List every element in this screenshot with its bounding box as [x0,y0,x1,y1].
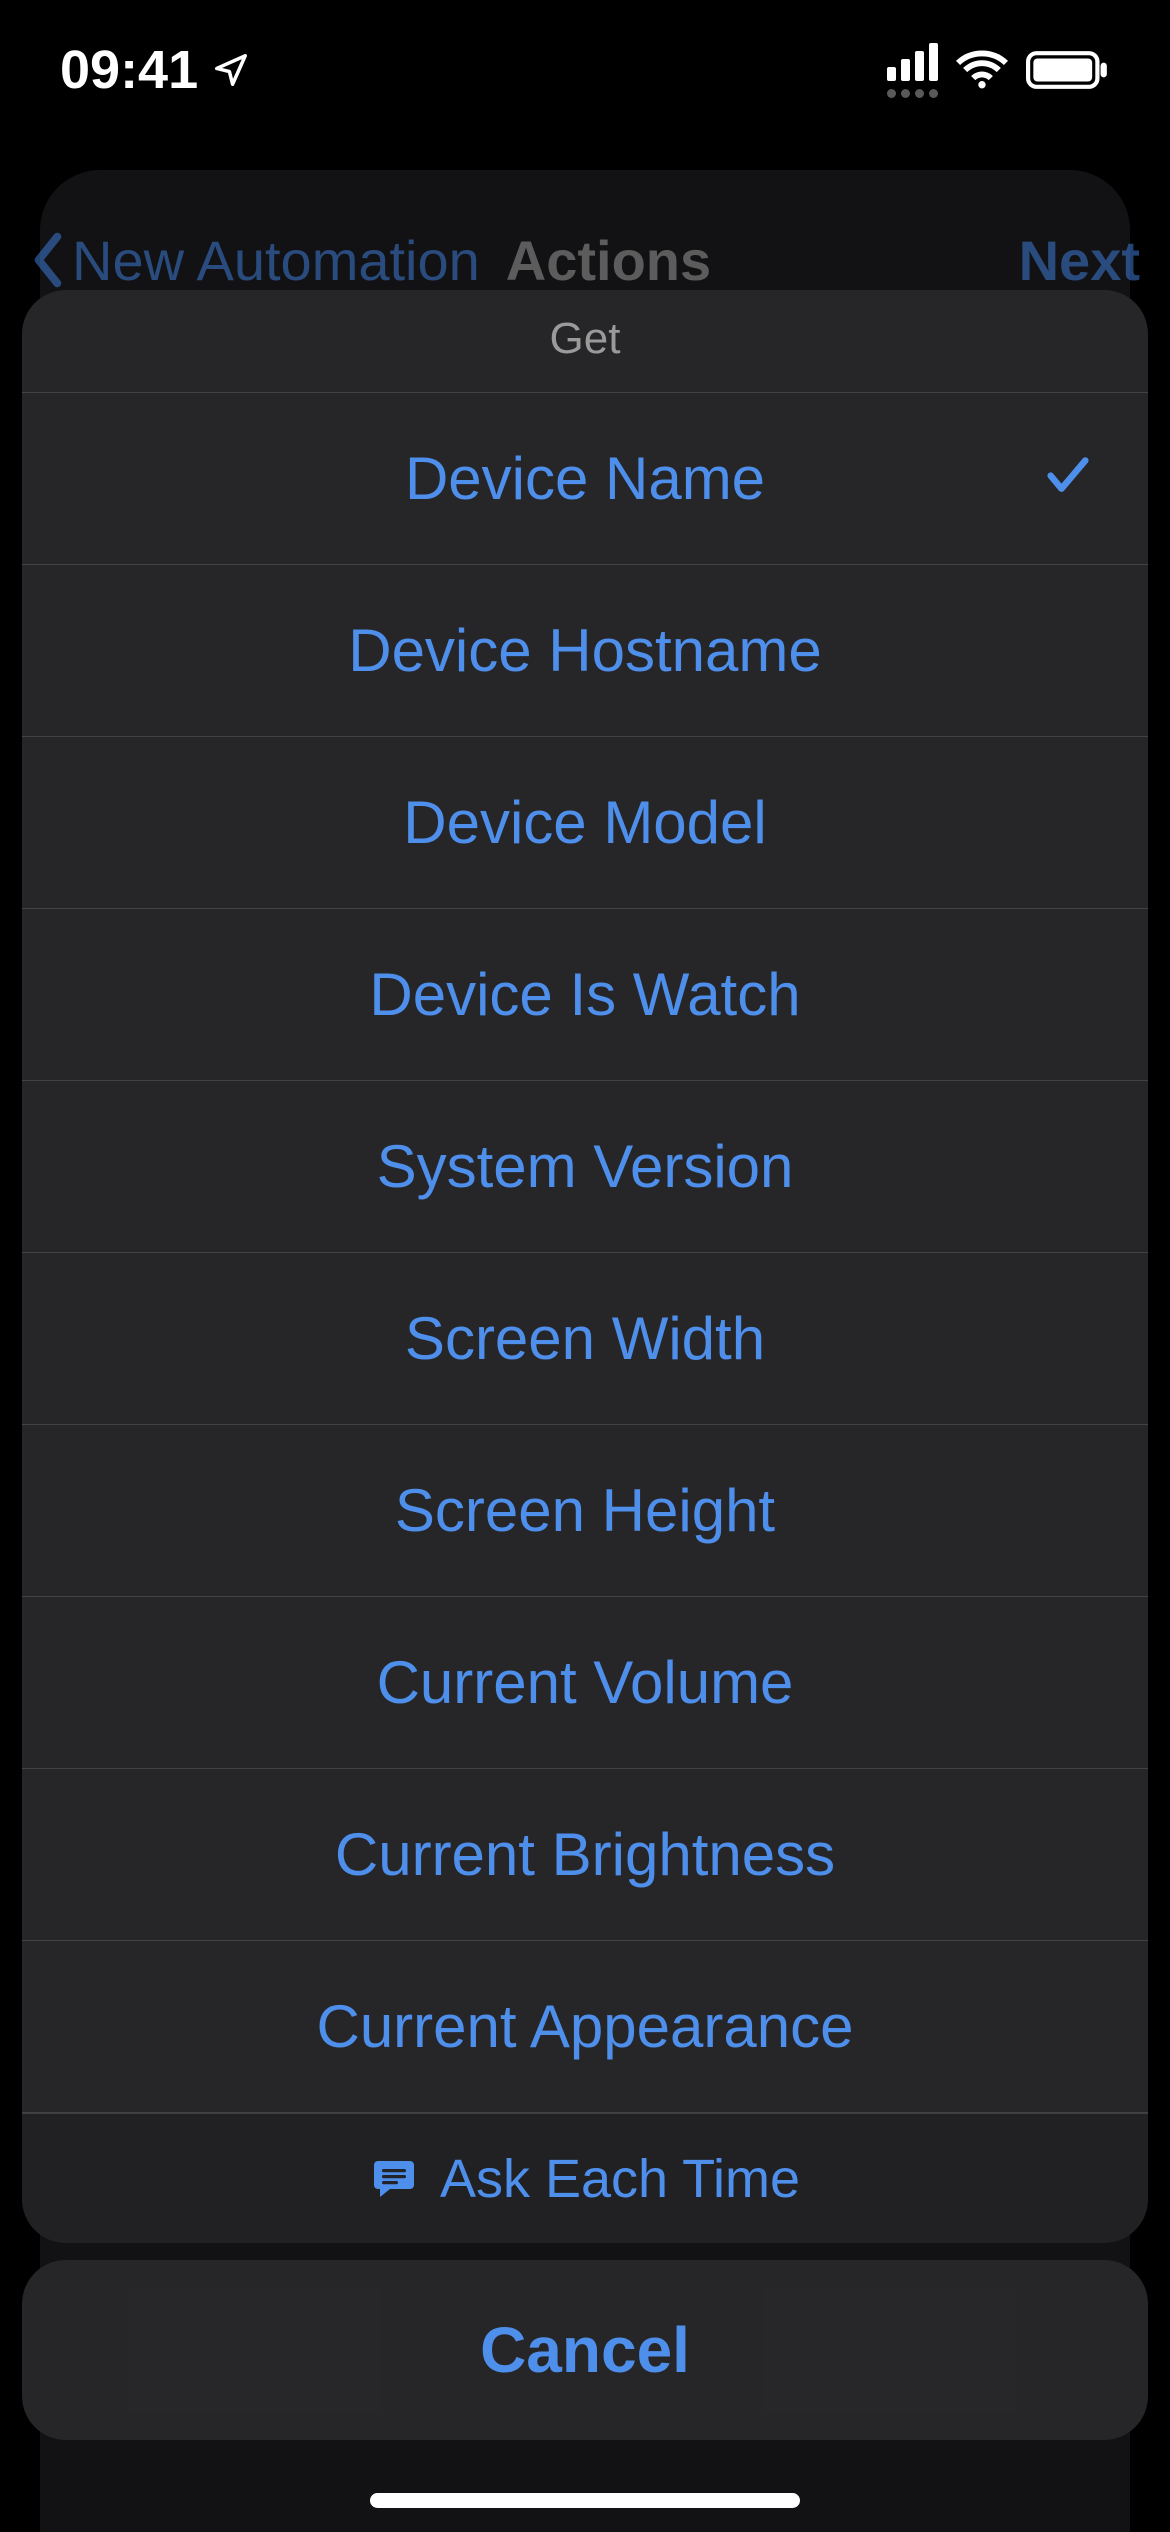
cellular-signal-icon [887,43,938,98]
location-icon [212,51,250,89]
option-label: Device Model [403,788,767,857]
option-label: Device Hostname [348,616,822,685]
option-device-hostname[interactable]: Device Hostname [22,565,1148,737]
status-right [887,43,1110,98]
option-label: Screen Height [395,1476,775,1545]
action-sheet: Get Device Name Device Hostname Device M… [22,290,1148,2243]
option-device-name[interactable]: Device Name [22,393,1148,565]
back-button[interactable]: New Automation [30,228,480,293]
status-left: 09:41 [60,39,250,101]
option-label: Device Is Watch [369,960,800,1029]
option-screen-height[interactable]: Screen Height [22,1425,1148,1597]
option-current-brightness[interactable]: Current Brightness [22,1769,1148,1941]
back-label: New Automation [72,228,480,293]
option-label: Screen Width [405,1304,765,1373]
home-indicator[interactable] [370,2493,800,2508]
option-device-model[interactable]: Device Model [22,737,1148,909]
option-current-volume[interactable]: Current Volume [22,1597,1148,1769]
battery-icon [1026,50,1110,90]
chevron-left-icon [30,232,66,288]
option-device-is-watch[interactable]: Device Is Watch [22,909,1148,1081]
ask-each-time-button[interactable]: Ask Each Time [22,2113,1148,2243]
cancel-button[interactable]: Cancel [22,2260,1148,2440]
cancel-label: Cancel [480,2313,690,2387]
checkmark-icon [1042,444,1094,513]
option-system-version[interactable]: System Version [22,1081,1148,1253]
speech-bubble-icon [370,2155,418,2203]
nav-title: Actions [506,228,711,293]
option-label: System Version [377,1132,794,1201]
wifi-icon [956,50,1008,90]
sheet-header: Get [22,290,1148,393]
option-label: Current Brightness [335,1820,835,1889]
option-label: Current Appearance [316,1992,853,2061]
ask-label: Ask Each Time [440,2148,800,2210]
option-screen-width[interactable]: Screen Width [22,1253,1148,1425]
option-label: Device Name [405,444,765,513]
status-bar: 09:41 [0,0,1170,140]
option-current-appearance[interactable]: Current Appearance [22,1941,1148,2113]
option-label: Current Volume [377,1648,794,1717]
status-time: 09:41 [60,39,198,101]
next-button[interactable]: Next [1019,228,1140,293]
